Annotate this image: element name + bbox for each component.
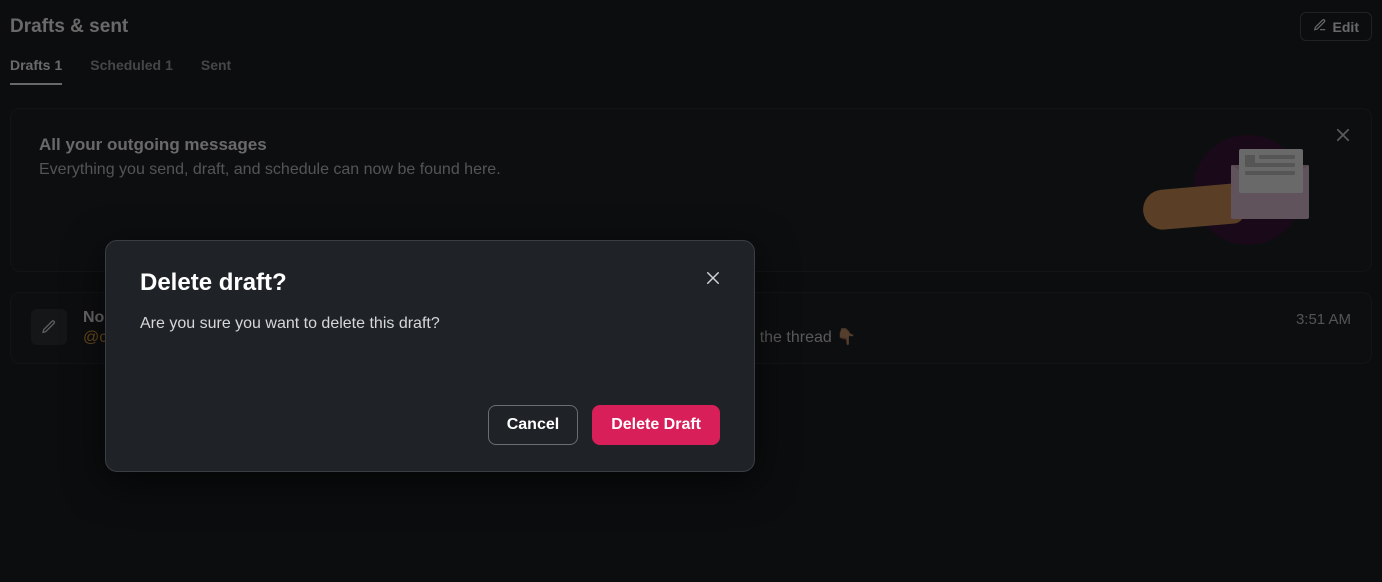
delete-draft-modal: Delete draft? Are you sure you want to d… bbox=[105, 240, 755, 472]
modal-title: Delete draft? bbox=[140, 269, 720, 297]
modal-close-button[interactable] bbox=[698, 263, 728, 293]
modal-body: Are you sure you want to delete this dra… bbox=[140, 315, 720, 333]
cancel-button[interactable]: Cancel bbox=[488, 405, 578, 445]
delete-draft-button[interactable]: Delete Draft bbox=[592, 405, 720, 445]
